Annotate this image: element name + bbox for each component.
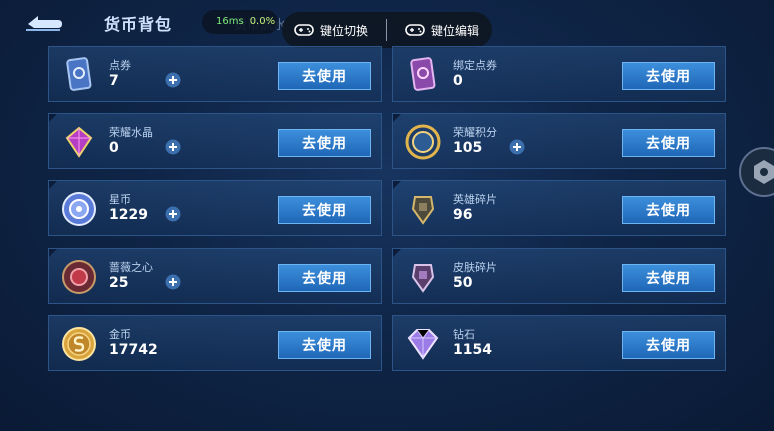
top-bar: 货币背包 货币流水 16ms0.0% 键位切换 键位编辑	[0, 0, 774, 48]
latency-text: 16ms	[216, 16, 244, 27]
currency-value: 17742	[109, 342, 158, 358]
use-button[interactable]: 去使用	[278, 331, 371, 359]
keymap-toolbar: 键位切换 键位编辑	[282, 12, 492, 48]
currency-value: 1154	[453, 342, 492, 358]
use-button[interactable]: 去使用	[278, 196, 371, 224]
corner-marker	[393, 181, 401, 189]
currency-name: 绑定点券	[453, 59, 497, 72]
glory-points-icon	[405, 124, 441, 160]
corner-marker	[393, 114, 401, 122]
corner-marker	[393, 249, 401, 257]
currency-value: 7	[109, 73, 119, 89]
currency-card-voucher: 点券 7 去使用	[48, 46, 382, 102]
currency-name: 钻石	[453, 328, 475, 341]
currency-name: 星币	[109, 193, 131, 206]
use-button[interactable]: 去使用	[278, 62, 371, 90]
use-button[interactable]: 去使用	[278, 264, 371, 292]
plus-icon[interactable]	[165, 274, 181, 290]
currency-value: 0	[109, 140, 119, 156]
bound-voucher-card-icon	[410, 57, 436, 91]
keymap-switch-button[interactable]: 键位切换	[282, 12, 386, 48]
currency-value: 25	[109, 275, 129, 291]
gold-coin-icon	[62, 327, 96, 361]
plus-icon[interactable]	[165, 72, 181, 88]
floating-hexagon-button[interactable]	[738, 146, 774, 198]
currency-name: 皮肤碎片	[453, 261, 497, 274]
currency-name: 蔷薇之心	[109, 261, 153, 274]
use-button[interactable]: 去使用	[622, 264, 715, 292]
use-button[interactable]: 去使用	[278, 129, 371, 157]
back-button[interactable]	[22, 10, 66, 34]
currency-value: 96	[453, 207, 473, 223]
currency-value: 105	[453, 140, 483, 156]
back-arrow-icon	[26, 16, 62, 31]
hero-fragment-icon	[411, 196, 435, 225]
page-title: 货币背包	[104, 15, 173, 34]
gamepad-icon	[405, 24, 425, 36]
currency-card-diamond: 钻石 1154 去使用	[392, 315, 726, 371]
voucher-card-icon	[66, 57, 92, 91]
currency-card-glory-crystal: 荣耀水晶 0 去使用	[48, 113, 382, 169]
use-button[interactable]: 去使用	[622, 62, 715, 90]
gamepad-icon	[294, 24, 314, 36]
use-button[interactable]: 去使用	[622, 129, 715, 157]
diamond-icon	[407, 329, 439, 360]
currency-card-hero-fragment: 英雄碎片 96 去使用	[392, 180, 726, 236]
currency-card-star-coin: 星币 1229 去使用	[48, 180, 382, 236]
currency-value: 50	[453, 275, 473, 291]
performance-badge: 16ms 0.0%	[202, 10, 278, 34]
corner-marker	[49, 249, 57, 257]
currency-value: 0	[453, 73, 463, 89]
plus-icon[interactable]	[165, 206, 181, 222]
currency-card-gold-coin: 金币 17742 去使用	[48, 315, 382, 371]
loss-text: 0.0%	[249, 16, 276, 27]
currency-card-skin-fragment: 皮肤碎片 50 去使用	[392, 248, 726, 304]
skin-fragment-icon	[411, 264, 435, 293]
currency-name: 金币	[109, 328, 131, 341]
currency-card-bound-voucher: 绑定点券 0 去使用	[392, 46, 726, 102]
currency-card-glory-points: 荣耀积分 105 去使用	[392, 113, 726, 169]
currency-name: 荣耀水晶	[109, 126, 153, 139]
keymap-edit-button[interactable]: 键位编辑	[387, 12, 479, 48]
keymap-switch-label: 键位切换	[320, 23, 369, 38]
currency-name: 荣耀积分	[453, 126, 497, 139]
keymap-edit-label: 键位编辑	[431, 23, 480, 38]
currency-name: 英雄碎片	[453, 193, 497, 206]
plus-icon[interactable]	[509, 139, 525, 155]
currency-name: 点券	[109, 59, 131, 72]
use-button[interactable]: 去使用	[622, 196, 715, 224]
corner-marker	[49, 181, 57, 189]
corner-marker	[49, 114, 57, 122]
star-coin-icon	[62, 192, 96, 226]
use-button[interactable]: 去使用	[622, 331, 715, 359]
currency-card-rose-heart: 蔷薇之心 25 去使用	[48, 248, 382, 304]
rose-heart-icon	[62, 260, 96, 294]
plus-icon[interactable]	[165, 139, 181, 155]
currency-value: 1229	[109, 207, 148, 223]
glory-crystal-icon	[65, 126, 93, 158]
